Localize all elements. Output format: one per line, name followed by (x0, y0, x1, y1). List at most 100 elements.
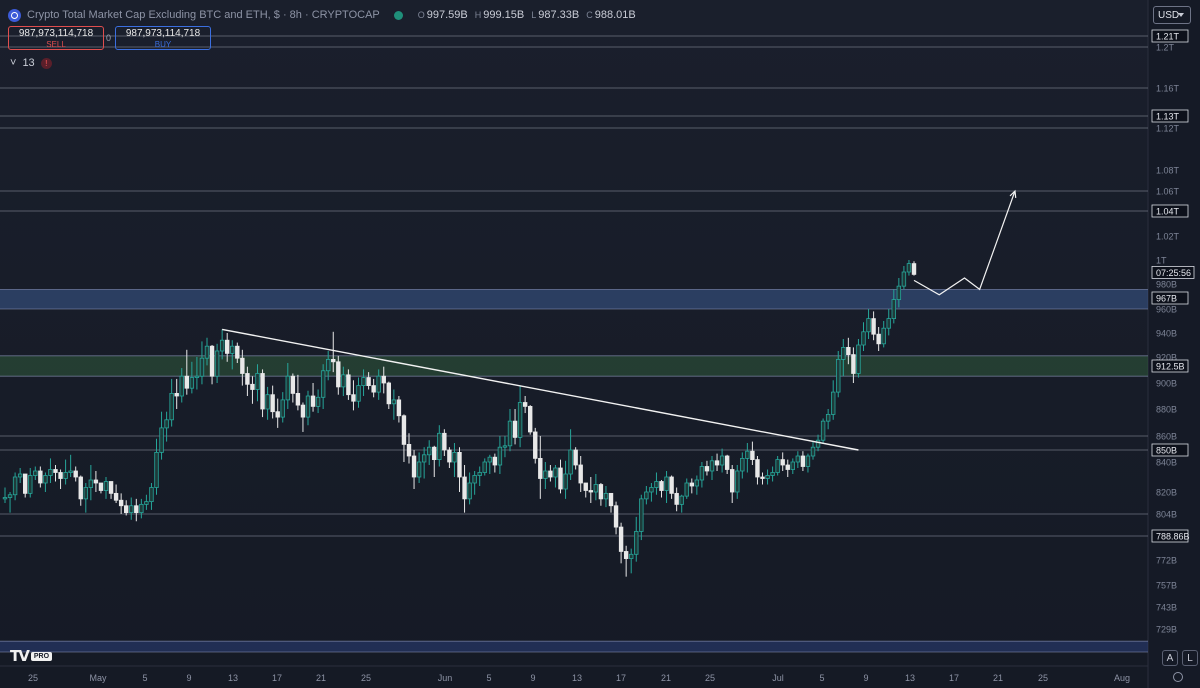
candle-body (381, 375, 386, 384)
candle-body (83, 487, 88, 500)
candle (356, 377, 361, 408)
candle-body (118, 499, 124, 507)
price-tick-label: 1.16T (1156, 84, 1180, 94)
candle (113, 484, 119, 503)
candle-body (437, 432, 442, 460)
candle (305, 390, 311, 426)
symbol-title[interactable]: Crypto Total Market Cap Excluding BTC an… (27, 9, 380, 21)
candle (401, 414, 407, 462)
candle-body (17, 473, 23, 478)
buy-button[interactable]: 987,973,114,718 BUY (115, 26, 211, 50)
candle-body (124, 505, 129, 514)
candle-body (290, 375, 296, 394)
candle-body (53, 469, 58, 473)
candle-body (93, 479, 99, 484)
candle (502, 436, 508, 458)
time-tick-label: 9 (530, 673, 535, 683)
candle (654, 472, 659, 495)
candle (805, 453, 811, 473)
indicators-toggle[interactable]: ˅ 13 ! (10, 57, 52, 69)
candle (63, 459, 68, 485)
candle (871, 311, 876, 341)
log-scale-button[interactable]: L (1182, 650, 1198, 666)
price-tick-label: 804B (1156, 510, 1177, 520)
candle-body (805, 455, 811, 467)
spread-value: 0 (106, 33, 112, 43)
candle (573, 447, 578, 470)
candle-body (467, 482, 472, 500)
auto-scale-button[interactable]: A (1162, 650, 1178, 666)
candle-body (331, 358, 336, 363)
candle-body (108, 481, 114, 494)
candle-body (689, 482, 694, 487)
time-tick-label: 9 (863, 673, 868, 683)
chart-window: 1.21T 1.2T 1.16T 1.13T 1.12T 1.08T 1.06T 1.04T 1… (0, 0, 1200, 688)
high-value: 999.15B (483, 9, 525, 21)
candle (825, 409, 831, 430)
candle (426, 440, 432, 465)
candle (275, 398, 280, 428)
candle (780, 452, 785, 471)
sell-button[interactable]: 987,973,114,718 SELL (8, 26, 104, 50)
candle (669, 475, 674, 499)
candle-body (724, 455, 730, 470)
candle-body (730, 469, 735, 493)
candle-body (260, 373, 265, 410)
candle (442, 429, 447, 456)
candle (209, 345, 215, 385)
candle-body (497, 446, 503, 466)
candle-body (618, 526, 624, 552)
candle (250, 376, 255, 404)
candle-body (204, 345, 210, 359)
candle-body (184, 375, 189, 389)
candle-body (149, 487, 154, 503)
price-chart[interactable]: 1.21T1.2T 1.16T 1.13T 1.12T 1.08T 1.06T 1.04T 1… (0, 0, 1200, 688)
candle-body (28, 475, 33, 494)
candle (28, 468, 33, 498)
candle-body (174, 392, 179, 397)
time-tick-label: 17 (949, 673, 959, 683)
candle (68, 454, 73, 477)
candle-body (558, 467, 563, 490)
candle (452, 443, 457, 477)
candle (765, 469, 770, 485)
candle-body (235, 345, 240, 359)
candle-body (588, 490, 593, 493)
candle-body (189, 377, 195, 389)
candle-body (573, 449, 578, 466)
candle (866, 309, 871, 339)
candle (629, 548, 634, 574)
candle-body (462, 476, 467, 500)
candle (497, 436, 503, 474)
candle (108, 481, 114, 499)
warning-icon: ! (40, 57, 52, 69)
candle (522, 396, 528, 414)
candle-body (457, 451, 462, 478)
tradingview-logo[interactable]: TV PRO (10, 647, 53, 665)
candle (694, 475, 700, 495)
candle-body (649, 487, 654, 493)
candle-body (750, 450, 755, 461)
tv-logo-icon: TV (10, 647, 30, 665)
candle (38, 466, 43, 488)
candle-body (159, 427, 164, 453)
candle-body (810, 446, 816, 457)
time-tick-label: 13 (228, 673, 238, 683)
price-tick-label: 940B (1156, 329, 1177, 339)
candle (482, 458, 487, 476)
candle-body (608, 492, 614, 507)
candle-body (391, 399, 397, 405)
price-tick-label: 1.06T (1156, 187, 1180, 197)
candle (320, 364, 326, 409)
candle (699, 462, 705, 488)
settings-gear-icon[interactable] (1173, 672, 1183, 682)
candle-body (346, 374, 351, 396)
candle-body (841, 346, 846, 360)
currency-select[interactable]: USD (1153, 6, 1191, 24)
time-tick-label: May (89, 673, 107, 683)
candle (462, 465, 467, 513)
candle (704, 460, 710, 476)
candle (714, 453, 720, 471)
candle (588, 477, 593, 503)
candle (664, 471, 669, 503)
